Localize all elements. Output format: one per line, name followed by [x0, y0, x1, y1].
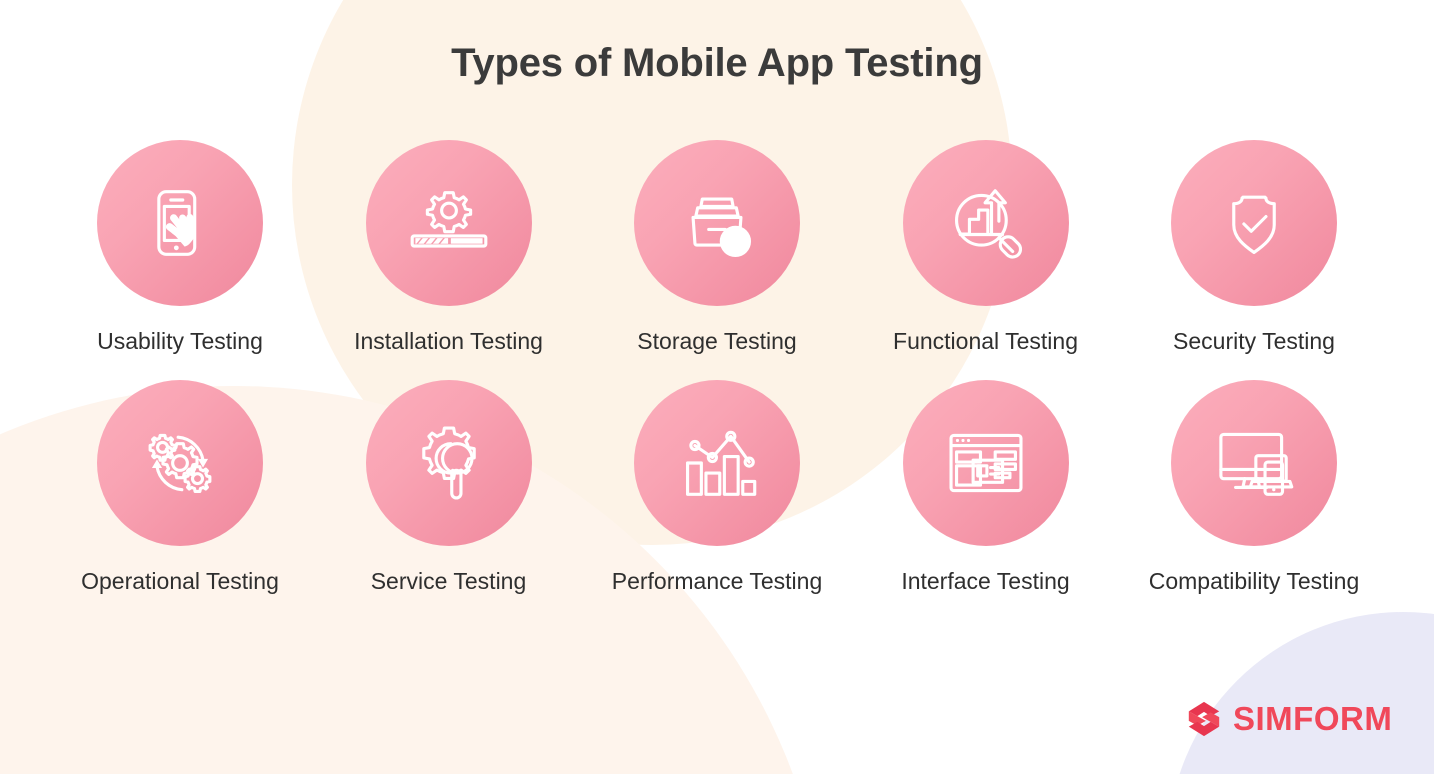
gears-cycle-arrows-icon — [148, 433, 212, 493]
testing-type-label: Installation Testing — [354, 328, 543, 354]
testing-type-item[interactable]: Interface Testing — [852, 380, 1120, 595]
testing-type-item[interactable]: Compatibility Testing — [1120, 380, 1388, 595]
testing-type-item[interactable]: Installation Testing — [315, 140, 583, 355]
lavender-circle-bottom-right — [1168, 612, 1434, 774]
testing-type-item[interactable]: Operational Testing — [46, 380, 314, 595]
gear-progress-bar-icon — [410, 191, 487, 248]
testing-type-label: Interface Testing — [901, 568, 1070, 594]
testing-type-item[interactable]: Storage Testing — [583, 140, 851, 355]
testing-type-label: Performance Testing — [611, 568, 823, 594]
icon-circle — [97, 140, 263, 306]
icon-circle — [634, 140, 800, 306]
magnifier-bar-chart-arrow-icon — [954, 189, 1022, 259]
testing-type-item[interactable]: Service Testing — [315, 380, 583, 595]
multi-device-icon — [1219, 432, 1294, 496]
testing-type-label: Operational Testing — [81, 568, 279, 594]
icon-circle — [365, 140, 532, 306]
simform-logo[interactable]: SIMFORM — [1185, 700, 1392, 738]
testing-types-row: Operational Testing Service Testing Perf… — [46, 380, 1388, 595]
testing-type-item[interactable]: Functional Testing — [852, 140, 1120, 355]
icon-circle — [365, 380, 532, 546]
infographic-canvas: Types of Mobile App Testing Usability Te… — [0, 0, 1434, 774]
gear-magnifier-icon — [421, 426, 476, 500]
icon-circle — [1171, 140, 1337, 306]
testing-type-label: Functional Testing — [893, 328, 1078, 354]
testing-type-item[interactable]: Performance Testing — [583, 380, 851, 595]
icon-circle — [97, 380, 263, 546]
icon-circle — [902, 380, 1069, 546]
icon-circle — [634, 380, 800, 546]
testing-type-label: Storage Testing — [637, 328, 797, 354]
simform-logo-text: SIMFORM — [1233, 700, 1393, 737]
phone-touch-icon — [157, 190, 197, 256]
testing-type-label: Service Testing — [370, 568, 527, 594]
icon-circle — [902, 140, 1069, 306]
shield-check-icon — [1232, 195, 1276, 255]
page-title: Types of Mobile App Testing — [451, 41, 983, 85]
testing-types-row: Usability Testing Installation Testing S… — [46, 140, 1388, 355]
testing-type-label: Compatibility Testing — [1148, 568, 1360, 594]
storage-drawer-gear-icon — [691, 197, 752, 258]
browser-wireframe-icon — [948, 433, 1023, 493]
testing-type-label: Security Testing — [1173, 328, 1335, 354]
testing-type-label: Usability Testing — [97, 328, 263, 354]
icon-circle — [1171, 380, 1337, 546]
testing-types-grid: Usability Testing Installation Testing S… — [46, 140, 1388, 595]
testing-type-item[interactable]: Usability Testing — [46, 140, 314, 355]
testing-type-item[interactable]: Security Testing — [1120, 140, 1388, 355]
bar-chart-line-graph-icon — [685, 430, 757, 496]
simform-s-mark-icon — [1188, 701, 1220, 737]
